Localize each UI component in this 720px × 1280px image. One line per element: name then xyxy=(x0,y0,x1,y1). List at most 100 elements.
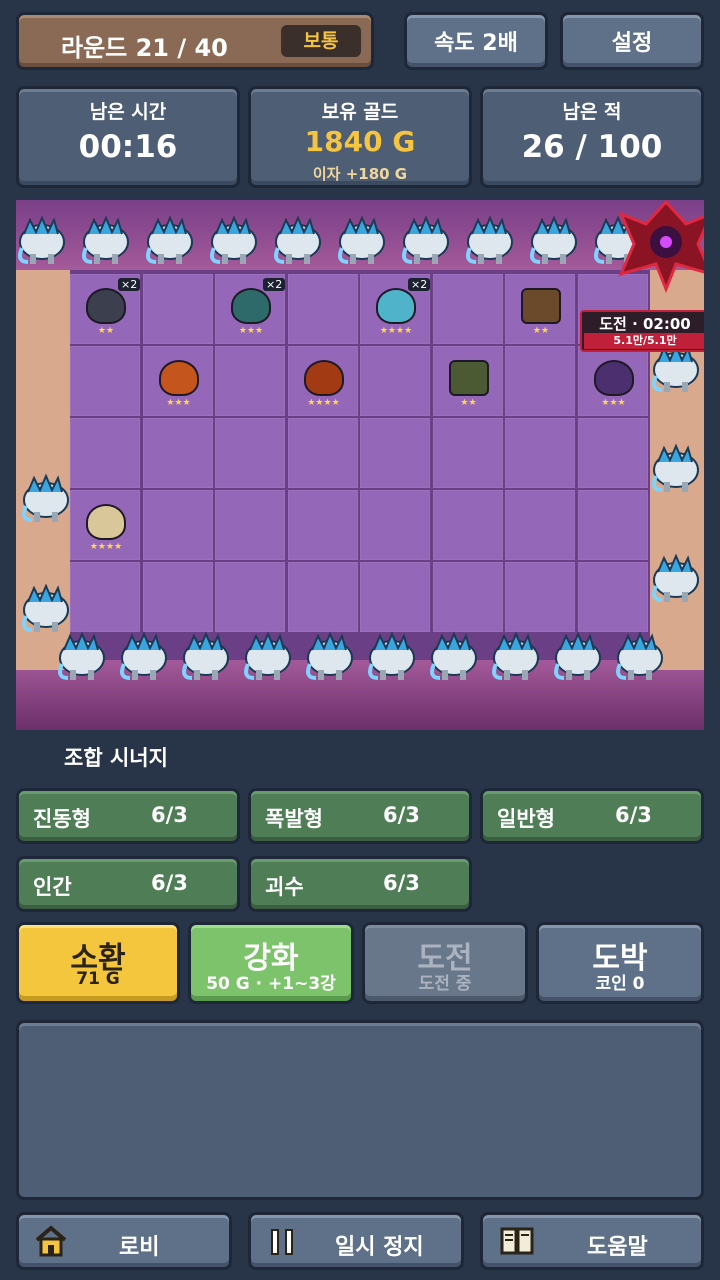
synergy-item[interactable]: 폭발형 6/3 xyxy=(248,788,472,844)
grid-cell[interactable] xyxy=(287,490,358,560)
synergy-name: 괴수 xyxy=(265,875,304,899)
grid-cell[interactable] xyxy=(215,490,285,560)
settings-button[interactable]: 설정 xyxy=(560,12,704,70)
grid-cell[interactable] xyxy=(142,490,213,560)
unit-stars: ★★ xyxy=(460,398,477,408)
speed-button[interactable]: 속도 2배 xyxy=(404,12,548,70)
mammoth-enemy[interactable] xyxy=(332,212,390,270)
creature-unit[interactable]: ★★★★ ×2 xyxy=(370,278,431,340)
lobby-button[interactable]: 로비 xyxy=(16,1212,232,1270)
unit-stars: ★★ xyxy=(532,326,550,336)
grid-cell[interactable] xyxy=(70,562,140,632)
grid-cell[interactable] xyxy=(215,562,285,632)
unit-sprite xyxy=(521,288,561,324)
grid-cell[interactable] xyxy=(287,562,358,632)
grid-cell[interactable] xyxy=(505,418,575,488)
mammoth-enemy[interactable] xyxy=(396,212,454,270)
grid-cell[interactable] xyxy=(142,418,213,488)
grid-cell[interactable] xyxy=(360,346,430,416)
time-panel: 남은 시간 00:16 xyxy=(16,86,240,188)
challenge-status: 도전 중 xyxy=(418,974,472,994)
grid-cell[interactable] xyxy=(360,490,430,560)
unit-sprite xyxy=(593,360,634,396)
message-panel xyxy=(16,1020,704,1200)
mammoth-enemy[interactable] xyxy=(204,212,262,270)
mammoth-enemy[interactable] xyxy=(140,212,198,270)
grid-cell[interactable] xyxy=(505,490,575,560)
mammoth-enemy[interactable] xyxy=(16,212,70,270)
synergy-count: 6/3 xyxy=(151,803,188,827)
grid-cell[interactable] xyxy=(577,562,648,632)
mammoth-enemy[interactable] xyxy=(16,470,74,528)
creature-unit[interactable]: ★★★ ×2 xyxy=(225,278,286,340)
grid-cell[interactable] xyxy=(432,418,503,488)
mammoth-enemy[interactable] xyxy=(362,628,420,686)
book-icon xyxy=(500,1227,534,1255)
synergy-item[interactable]: 괴수 6/3 xyxy=(248,856,472,912)
summon-cost: 71 G xyxy=(76,969,120,989)
boss-enemy[interactable] xyxy=(616,200,704,294)
synergy-item[interactable]: 일반형 6/3 xyxy=(480,788,704,844)
grid-cell[interactable] xyxy=(432,490,503,560)
grid-cell[interactable] xyxy=(360,418,430,488)
speed-button-label: 속도 2배 xyxy=(434,31,518,56)
grid-cell[interactable] xyxy=(432,274,503,344)
creature-unit[interactable]: ★★★★ xyxy=(80,496,132,556)
soldier-unit[interactable]: ★★ xyxy=(443,352,495,412)
mammoth-enemy[interactable] xyxy=(610,628,668,686)
grid-cell[interactable] xyxy=(215,418,285,488)
pause-button[interactable]: 일시 정지 xyxy=(248,1212,464,1270)
mammoth-enemy[interactable] xyxy=(646,440,704,498)
unit-stars: ★★ xyxy=(97,326,115,336)
creature-unit[interactable]: ★★★★ xyxy=(298,352,350,412)
upgrade-cost: 50 G · +1~3강 xyxy=(206,974,336,994)
grid-cell[interactable] xyxy=(577,418,648,488)
upgrade-button[interactable]: 강화 50 G · +1~3강 xyxy=(188,922,354,1004)
mammoth-enemy[interactable] xyxy=(300,628,358,686)
grid-cell[interactable] xyxy=(287,418,358,488)
synergy-title: 조합 시너지 xyxy=(64,746,168,770)
mammoth-enemy[interactable] xyxy=(524,212,582,270)
gamble-button[interactable]: 도박 코인 0 xyxy=(536,922,704,1004)
synergy-item[interactable]: 진동형 6/3 xyxy=(16,788,240,844)
grid-cell[interactable] xyxy=(70,418,140,488)
mammoth-enemy[interactable] xyxy=(238,628,296,686)
unit-stars: ★★★ xyxy=(601,398,626,408)
grid-cell[interactable] xyxy=(360,562,430,632)
grid-cell[interactable] xyxy=(505,346,575,416)
grid-cell[interactable] xyxy=(142,274,213,344)
mammoth-enemy[interactable] xyxy=(76,212,134,270)
grid-cell[interactable] xyxy=(142,562,213,632)
synergy-count: 6/3 xyxy=(383,803,420,827)
creature-unit[interactable]: ★★★ xyxy=(588,352,640,412)
mammoth-enemy[interactable] xyxy=(268,212,326,270)
grid-cell[interactable] xyxy=(505,562,575,632)
mammoth-enemy[interactable] xyxy=(424,628,482,686)
grid-cell[interactable] xyxy=(577,490,648,560)
creature-unit[interactable]: ★★ ×2 xyxy=(80,278,141,340)
grid-cell[interactable] xyxy=(215,346,285,416)
grid-cell[interactable] xyxy=(70,346,140,416)
synergy-item[interactable]: 인간 6/3 xyxy=(16,856,240,912)
mammoth-enemy[interactable] xyxy=(114,628,172,686)
summon-button[interactable]: 소환 71 G xyxy=(16,922,180,1004)
grid-cell[interactable] xyxy=(287,274,358,344)
synergy-name: 폭발형 xyxy=(265,807,323,831)
grid-cell[interactable] xyxy=(432,562,503,632)
soldier-unit[interactable]: ★★ xyxy=(515,280,567,340)
help-button[interactable]: 도움말 xyxy=(480,1212,704,1270)
unit-grid[interactable]: ★★ ×2 ★★★ ×2 ★★★★ ×2 ★★ ★★★ ★★★★ ★★ ★★★ ★★★★ xyxy=(70,274,650,634)
mammoth-enemy[interactable] xyxy=(486,628,544,686)
challenge-button[interactable]: 도전 도전 중 xyxy=(362,922,528,1004)
mammoth-enemy[interactable] xyxy=(548,628,606,686)
mammoth-enemy[interactable] xyxy=(460,212,518,270)
boss-hp-text: 5.1만/5.1만 xyxy=(613,334,677,347)
creature-unit[interactable]: ★★★ xyxy=(153,352,205,412)
unit-multiplier: ×2 xyxy=(263,278,286,291)
mammoth-enemy[interactable] xyxy=(646,550,704,608)
mammoth-enemy[interactable] xyxy=(16,580,74,638)
unit-sprite xyxy=(86,504,126,540)
unit-sprite xyxy=(448,360,489,396)
game-board[interactable]: ★★ ×2 ★★★ ×2 ★★★★ ×2 ★★ ★★★ ★★★★ ★★ ★★★ ★★★★ 도전 · 0… xyxy=(16,200,704,730)
mammoth-enemy[interactable] xyxy=(176,628,234,686)
